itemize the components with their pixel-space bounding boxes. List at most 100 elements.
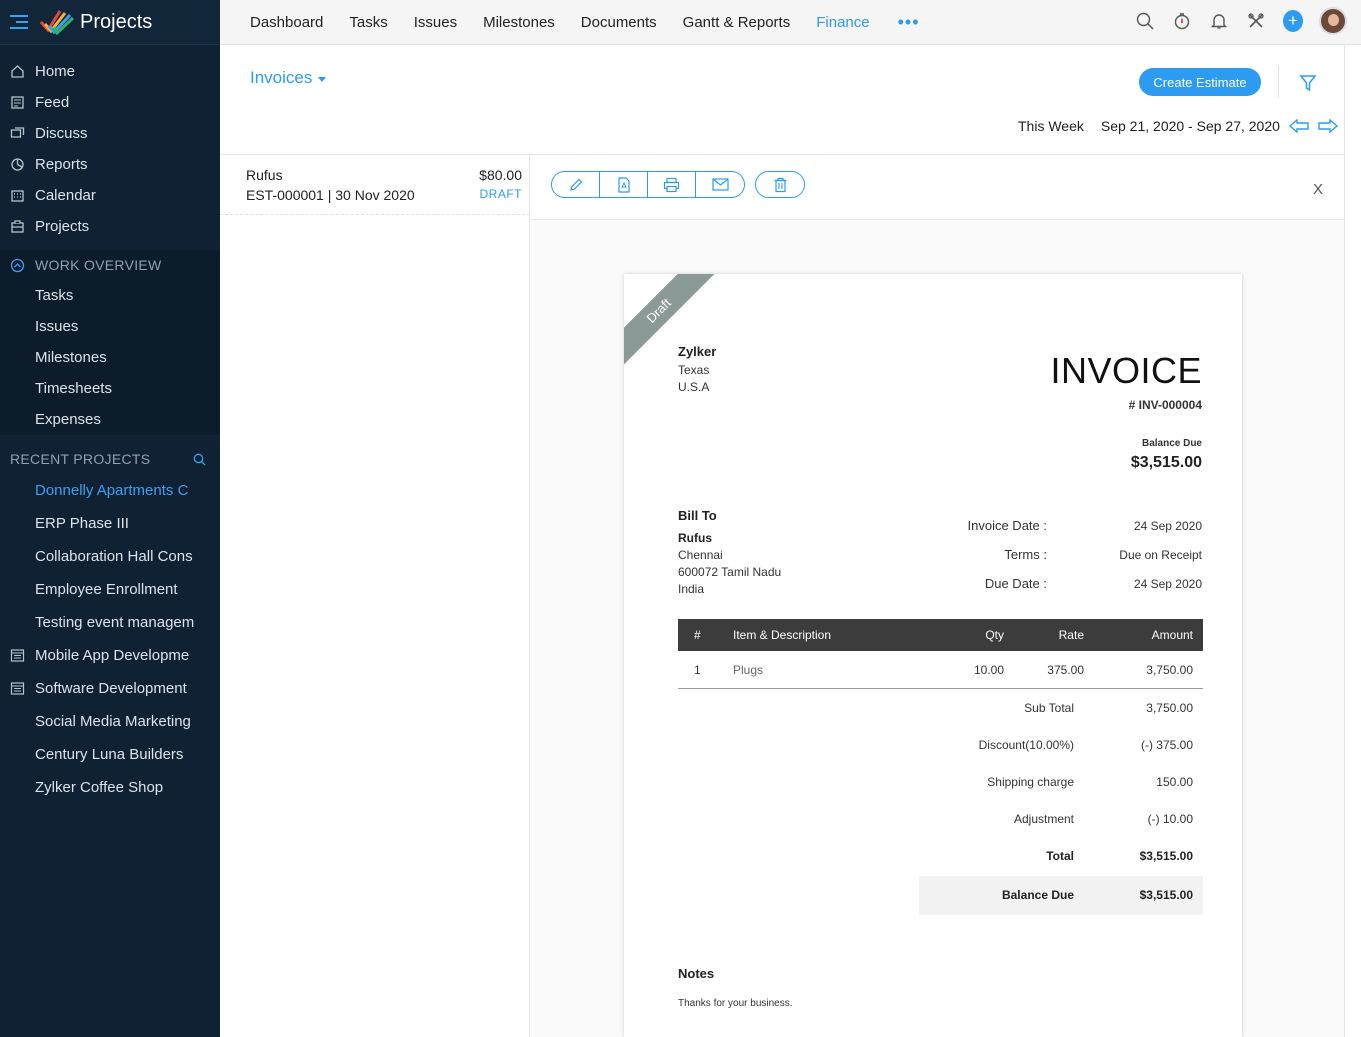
sidebar-item-tasks[interactable]: Tasks bbox=[0, 280, 220, 311]
top-navigation: Dashboard Tasks Issues Milestones Documents G… bbox=[220, 0, 1361, 45]
add-icon[interactable]: + bbox=[1283, 10, 1303, 32]
sidebar-item-feed[interactable]: Feed bbox=[0, 87, 220, 118]
column-header: Amount bbox=[1151, 628, 1193, 642]
tab-dashboard[interactable]: Dashboard bbox=[250, 14, 323, 31]
pdf-icon bbox=[617, 176, 630, 193]
balance-due-label: Balance Due bbox=[1141, 438, 1202, 449]
total-label: Sub Total bbox=[1024, 701, 1074, 715]
printer-icon bbox=[663, 177, 680, 192]
sidebar-main-nav: Home Feed Discuss Reports Calendar Proje… bbox=[0, 45, 220, 435]
sidebar-item-label: Discuss bbox=[35, 125, 88, 142]
item-qty: 10.00 bbox=[973, 663, 1004, 677]
action-button-group bbox=[551, 171, 745, 198]
date-range-selector: This Week Sep 21, 2020 - Sep 27, 2020 bbox=[1018, 118, 1338, 134]
recent-project-label: Century Luna Builders bbox=[35, 746, 184, 763]
total-row: Total $3,515.00 bbox=[919, 838, 1203, 875]
table-header: # Item & Description Qty Rate Amount bbox=[678, 619, 1203, 651]
timer-icon[interactable] bbox=[1172, 11, 1192, 31]
search-icon[interactable] bbox=[1135, 11, 1155, 31]
tab-milestones[interactable]: Milestones bbox=[483, 14, 555, 31]
tab-tasks[interactable]: Tasks bbox=[349, 14, 387, 31]
recent-project-item[interactable]: Collaboration Hall Cons bbox=[0, 540, 220, 573]
avatar[interactable] bbox=[1319, 7, 1347, 35]
arrow-right-icon[interactable] bbox=[1318, 119, 1338, 133]
sidebar-item-expenses[interactable]: Expenses bbox=[0, 404, 220, 435]
pdf-button[interactable] bbox=[600, 172, 648, 197]
recent-project-item[interactable]: Zylker Coffee Shop bbox=[0, 771, 220, 804]
list-item[interactable]: Rufus EST-000001 | 30 Nov 2020 $80.00 DR… bbox=[220, 155, 530, 215]
sidebar-item-projects[interactable]: Projects bbox=[0, 211, 220, 242]
recent-project-item[interactable]: Testing event managem bbox=[0, 606, 220, 639]
recent-project-label: Testing event managem bbox=[35, 614, 195, 631]
recent-project-label: Collaboration Hall Cons bbox=[35, 548, 193, 565]
subtotal-row: Sub Total 3,750.00 bbox=[919, 690, 1203, 727]
sidebar-item-label: Calendar bbox=[35, 187, 96, 204]
recent-projects: RECENT PROJECTS Donnelly Apartments C ERP… bbox=[0, 444, 220, 804]
tab-issues[interactable]: Issues bbox=[414, 14, 457, 31]
recent-project-item[interactable]: ERP Phase III bbox=[0, 507, 220, 540]
menu-icon[interactable] bbox=[10, 15, 28, 29]
recent-project-label: Software Development bbox=[35, 680, 187, 697]
trash-icon bbox=[774, 177, 786, 192]
total-label: Adjustment bbox=[1013, 812, 1074, 826]
edit-button[interactable] bbox=[552, 172, 600, 197]
recent-project-item[interactable]: Mobile App Developme bbox=[0, 639, 220, 672]
invoice-title: INVOICE bbox=[1050, 350, 1202, 391]
terms-value: Due on Receipt bbox=[1119, 548, 1202, 562]
item-index: 1 bbox=[694, 663, 701, 677]
recent-project-item[interactable]: Century Luna Builders bbox=[0, 738, 220, 771]
period-label[interactable]: This Week bbox=[1018, 118, 1084, 134]
total-value: 3,750.00 bbox=[1146, 701, 1193, 715]
total-label: Shipping charge bbox=[987, 775, 1074, 789]
projects-logo-icon bbox=[39, 10, 74, 36]
delete-button-group bbox=[755, 171, 805, 198]
bill-to-name: Rufus bbox=[678, 531, 712, 545]
estimate-number: EST-000001 | 30 Nov 2020 bbox=[246, 187, 415, 203]
email-button[interactable] bbox=[696, 172, 744, 197]
tab-documents[interactable]: Documents bbox=[581, 14, 657, 31]
column-header: Item & Description bbox=[733, 628, 832, 642]
print-button[interactable] bbox=[648, 172, 696, 197]
work-overview-header[interactable]: WORK OVERVIEW bbox=[0, 250, 220, 280]
recent-project-label: ERP Phase III bbox=[35, 515, 129, 532]
tab-finance[interactable]: Finance bbox=[816, 14, 869, 31]
recent-project-item[interactable]: Donnelly Apartments C bbox=[0, 474, 220, 507]
search-icon[interactable] bbox=[193, 453, 206, 466]
arrow-left-icon[interactable] bbox=[1288, 119, 1309, 133]
sidebar-item-label: Projects bbox=[35, 218, 90, 235]
sidebar-item-issues[interactable]: Issues bbox=[0, 311, 220, 342]
mail-icon bbox=[711, 178, 729, 191]
more-icon[interactable]: ••• bbox=[898, 12, 920, 33]
total-value: (-) 375.00 bbox=[1140, 738, 1193, 752]
home-icon bbox=[10, 64, 25, 79]
tools-icon[interactable] bbox=[1246, 11, 1266, 31]
close-button[interactable]: X bbox=[1313, 181, 1323, 198]
recent-project-label: Mobile App Developme bbox=[35, 647, 190, 664]
sidebar-item-calendar[interactable]: Calendar bbox=[0, 180, 220, 211]
bill-to-address-line: 600072 Tamil Nadu bbox=[678, 565, 782, 579]
recent-projects-header: RECENT PROJECTS bbox=[0, 444, 220, 474]
total-value: $3,515.00 bbox=[1139, 888, 1193, 902]
delete-button[interactable] bbox=[756, 172, 804, 197]
sidebar-item-home[interactable]: Home bbox=[0, 56, 220, 87]
sidebar-item-timesheets[interactable]: Timesheets bbox=[0, 373, 220, 404]
recent-projects-list: Donnelly Apartments C ERP Phase III Collab… bbox=[0, 474, 220, 804]
recent-project-item[interactable]: Employee Enrollment bbox=[0, 573, 220, 606]
create-estimate-button[interactable]: Create Estimate bbox=[1139, 68, 1261, 96]
tab-gantt-reports[interactable]: Gantt & Reports bbox=[683, 14, 791, 31]
sidebar-item-reports[interactable]: Reports bbox=[0, 149, 220, 180]
bell-icon[interactable] bbox=[1209, 11, 1229, 31]
invoices-dropdown[interactable]: Invoices bbox=[250, 68, 327, 88]
projects-icon bbox=[10, 219, 25, 234]
column-header: Qty bbox=[985, 628, 1004, 642]
recent-project-item[interactable]: Software Development bbox=[0, 672, 220, 705]
column-header: # bbox=[694, 628, 701, 642]
sidebar-item-milestones[interactable]: Milestones bbox=[0, 342, 220, 373]
notes-text: Thanks for your business. bbox=[678, 998, 793, 1009]
balance-due-row: Balance Due $3,515.00 bbox=[919, 876, 1203, 915]
filter-icon[interactable] bbox=[1299, 74, 1317, 92]
feed-icon bbox=[10, 95, 25, 110]
bill-to-address-line: India bbox=[678, 582, 705, 596]
recent-project-item[interactable]: Social Media Marketing bbox=[0, 705, 220, 738]
sidebar-item-discuss[interactable]: Discuss bbox=[0, 118, 220, 149]
